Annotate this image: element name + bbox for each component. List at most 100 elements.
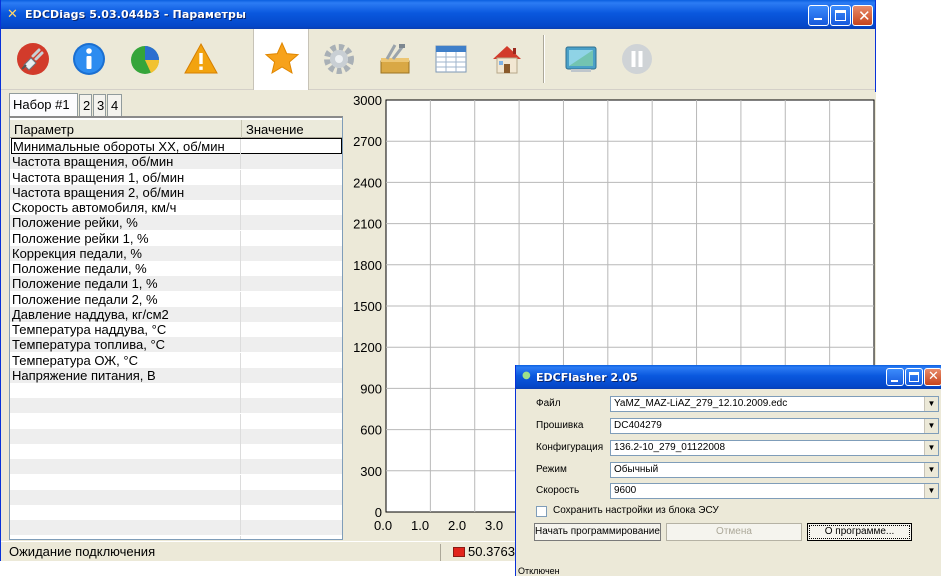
parameter-name-cell: Коррекция педали, % xyxy=(12,246,142,261)
speed-combo[interactable]: 9600 ▼ xyxy=(610,483,939,499)
table-row[interactable]: Положение педали 1, % xyxy=(10,276,342,291)
table-row[interactable]: Положение педали, % xyxy=(10,261,342,276)
y-tick-label: 1800 xyxy=(353,258,382,273)
table-row[interactable]: Минимальные обороты ХХ, об/мин xyxy=(10,138,342,154)
empty-table-row[interactable] xyxy=(10,475,342,490)
chevron-down-icon[interactable]: ▼ xyxy=(924,463,938,477)
toolbar xyxy=(1,29,875,90)
toolbar-diagnostics-button[interactable] xyxy=(117,29,173,90)
table-row[interactable]: Положение рейки 1, % xyxy=(10,231,342,246)
empty-table-row[interactable] xyxy=(10,398,342,413)
cell-separator xyxy=(240,185,241,200)
close-icon: ✕ xyxy=(858,7,871,25)
empty-table-row[interactable] xyxy=(10,429,342,444)
cell-separator xyxy=(240,170,241,185)
x-tick-label: 3.0 xyxy=(485,518,503,533)
flasher-maximize-button[interactable] xyxy=(905,368,923,386)
chevron-down-icon[interactable]: ▼ xyxy=(924,419,938,433)
about-button[interactable]: О программе... xyxy=(807,523,912,541)
parameter-name-cell: Положение педали, % xyxy=(12,261,147,276)
table-row[interactable]: Положение педали 2, % xyxy=(10,292,342,307)
grid-header: Параметр Значение xyxy=(10,120,342,138)
empty-table-row[interactable] xyxy=(10,536,342,539)
close-button[interactable]: ✕ xyxy=(852,5,873,26)
x-tick-label: 0.0 xyxy=(374,518,392,533)
cell-separator xyxy=(240,444,241,459)
toolbar-connect-button[interactable] xyxy=(5,29,61,90)
pie-icon xyxy=(131,46,160,74)
save-settings-checkbox[interactable] xyxy=(536,506,547,517)
empty-table-row[interactable] xyxy=(10,414,342,429)
file-combo[interactable]: YaMZ_MAZ-LiAZ_279_12.10.2009.edc ▼ xyxy=(610,396,939,412)
empty-table-row[interactable] xyxy=(10,383,342,398)
chevron-down-icon[interactable]: ▼ xyxy=(924,441,938,455)
table-row[interactable]: Температура наддува, °С xyxy=(10,322,342,337)
table-row[interactable]: Температура топлива, °С xyxy=(10,337,342,352)
configuration-combo[interactable]: 136.2-10_279_01122008 ▼ xyxy=(610,440,939,456)
table-row[interactable]: Температура ОЖ, °С xyxy=(10,353,342,368)
flasher-minimize-button[interactable] xyxy=(886,368,904,386)
tab-set-2[interactable]: 2 xyxy=(79,94,92,116)
x-tick-label: 2.0 xyxy=(448,518,466,533)
parameter-name-cell: Положение рейки, % xyxy=(12,215,138,230)
cell-separator xyxy=(240,276,241,291)
cell-separator xyxy=(240,307,241,322)
window-title: EDCDiags 5.03.044b3 - Параметры xyxy=(25,8,246,21)
column-header-parameter[interactable]: Параметр xyxy=(14,122,74,137)
toolbar-parameters-button[interactable] xyxy=(253,29,309,90)
flasher-close-button[interactable]: ✕ xyxy=(924,368,941,386)
tab-set-1[interactable]: Набор #1 xyxy=(9,93,78,116)
cell-separator xyxy=(240,154,241,169)
toolbar-table-button[interactable] xyxy=(423,29,479,90)
cancel-button[interactable]: Отмена xyxy=(666,523,802,541)
cell-separator xyxy=(240,337,241,352)
main-titlebar[interactable]: ✕ EDCDiags 5.03.044b3 - Параметры ✕ xyxy=(1,0,875,29)
empty-table-row[interactable] xyxy=(10,490,342,505)
chevron-down-icon[interactable]: ▼ xyxy=(924,397,938,411)
cell-separator xyxy=(240,231,241,246)
table-row[interactable]: Положение рейки, % xyxy=(10,215,342,230)
maximize-button[interactable] xyxy=(830,5,851,26)
tab-set-4[interactable]: 4 xyxy=(107,94,122,116)
mode-combo[interactable]: Обычный ▼ xyxy=(610,462,939,478)
toolbar-pause-button[interactable] xyxy=(609,29,665,90)
table-row[interactable]: Скорость автомобиля, км/ч xyxy=(10,200,342,215)
parameter-name-cell: Частота вращения 1, об/мин xyxy=(12,170,185,185)
tab-set-3[interactable]: 3 xyxy=(93,94,106,116)
connection-led-icon xyxy=(453,547,465,557)
empty-table-row[interactable] xyxy=(10,505,342,520)
toolbar-record-button[interactable] xyxy=(553,29,609,90)
flasher-status-text: Отключен xyxy=(518,566,560,576)
save-settings-label[interactable]: Сохранить настройки из блока ЭСУ xyxy=(553,505,719,516)
table-row[interactable]: Частота вращения 2, об/мин xyxy=(10,185,342,200)
column-header-value[interactable]: Значение xyxy=(246,122,304,137)
close-icon: ✕ xyxy=(928,369,939,384)
start-programming-button[interactable]: Начать программирование xyxy=(534,523,661,541)
mode-value: Обычный xyxy=(614,464,659,475)
cell-separator xyxy=(240,475,241,490)
table-row[interactable]: Давление наддува, кг/см2 xyxy=(10,307,342,322)
table-row[interactable]: Частота вращения, об/мин xyxy=(10,154,342,169)
toolbar-tools-button[interactable] xyxy=(367,29,423,90)
parameter-name-cell: Температура ОЖ, °С xyxy=(12,353,138,368)
table-row[interactable]: Коррекция педали, % xyxy=(10,246,342,261)
flasher-title: EDCFlasher 2.05 xyxy=(536,371,638,384)
toolbar-settings-button[interactable] xyxy=(311,29,367,90)
toolbar-home-button[interactable] xyxy=(479,29,535,90)
toolbar-errors-button[interactable] xyxy=(173,29,229,90)
mode-label: Режим xyxy=(536,464,567,475)
flasher-titlebar[interactable]: ● EDCFlasher 2.05 ✕ xyxy=(516,365,941,389)
firmware-combo[interactable]: DC404279 ▼ xyxy=(610,418,939,434)
empty-table-row[interactable] xyxy=(10,520,342,535)
empty-table-row[interactable] xyxy=(10,459,342,474)
empty-table-row[interactable] xyxy=(10,444,342,459)
maximize-icon xyxy=(909,372,919,382)
table-row[interactable]: Напряжение питания, В xyxy=(10,368,342,383)
column-separator[interactable] xyxy=(241,120,242,138)
cell-separator xyxy=(240,246,241,261)
minimize-button[interactable] xyxy=(808,5,829,26)
toolbar-info-button[interactable] xyxy=(61,29,117,90)
table-row[interactable]: Частота вращения 1, об/мин xyxy=(10,170,342,185)
chevron-down-icon[interactable]: ▼ xyxy=(924,484,938,498)
table-icon xyxy=(435,45,467,73)
